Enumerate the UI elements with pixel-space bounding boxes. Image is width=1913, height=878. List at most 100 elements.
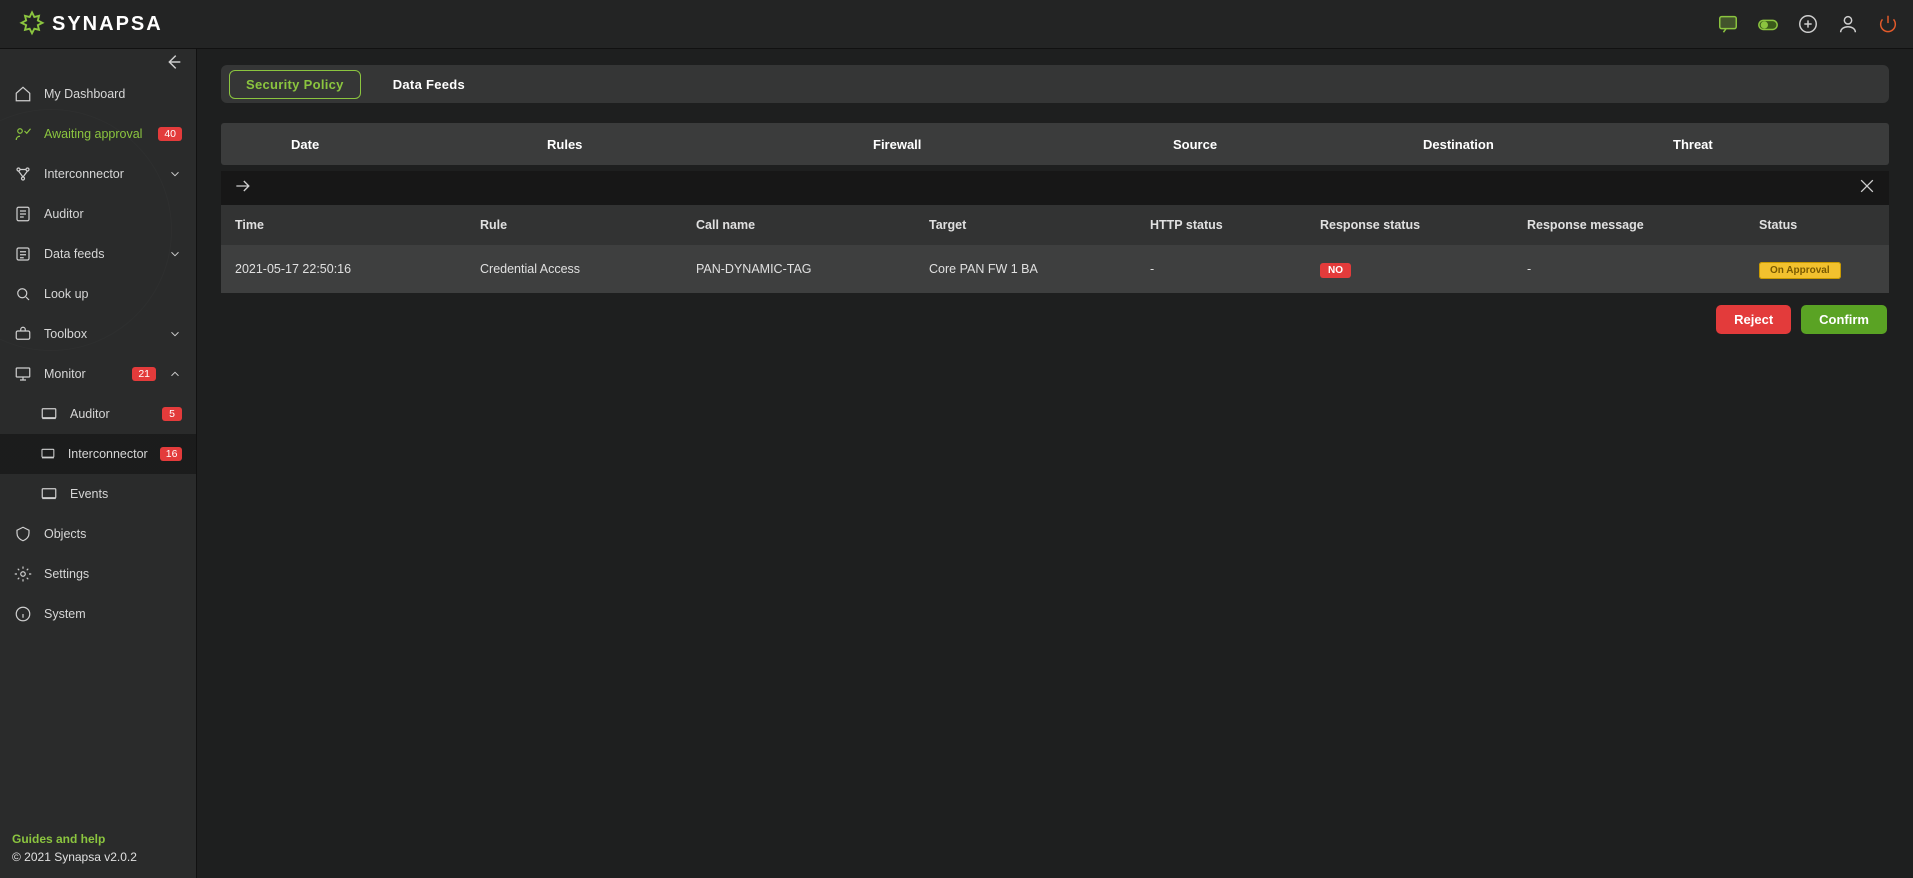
user-icon[interactable]: [1837, 13, 1859, 35]
sidebar-item-data-feeds[interactable]: Data feeds: [0, 234, 196, 274]
sidebar-item-label: My Dashboard: [44, 87, 182, 101]
theme-toggle-icon[interactable]: [1757, 13, 1779, 35]
app-logo[interactable]: SYNAPSA: [18, 10, 163, 38]
close-icon[interactable]: [1857, 176, 1877, 201]
gear-icon: [14, 565, 32, 583]
logo-icon: [18, 10, 46, 38]
detail-cell-rule: Credential Access: [466, 262, 682, 276]
detail-cell-http: -: [1136, 262, 1306, 276]
monitor-icon: [14, 365, 32, 383]
detail-cell-time: 2021-05-17 22:50:16: [221, 262, 466, 276]
chevron-down-icon: [168, 327, 182, 341]
detail-panel: Time Rule Call name Target HTTP status R…: [221, 171, 1889, 293]
chevron-up-icon: [168, 367, 182, 381]
tab-security-policy[interactable]: Security Policy: [229, 70, 361, 99]
detail-cell-target: Core PAN FW 1 BA: [915, 262, 1136, 276]
sidebar: My Dashboard Awaiting approval 40 Interc…: [0, 49, 197, 878]
filter-col-date[interactable]: Date: [221, 137, 531, 152]
detail-header-resp: Response status: [1306, 218, 1513, 232]
detail-header-row: Time Rule Call name Target HTTP status R…: [221, 205, 1889, 245]
top-icons: [1717, 13, 1899, 35]
filter-col-rules[interactable]: Rules: [531, 137, 857, 152]
reject-button[interactable]: Reject: [1716, 305, 1791, 334]
tab-bar: Security Policy Data Feeds: [221, 65, 1889, 103]
copyright-text: © 2021 Synapsa v2.0.2: [12, 850, 184, 864]
chevron-down-icon: [168, 167, 182, 181]
filter-col-source[interactable]: Source: [1157, 137, 1407, 152]
sidebar-item-label: Data feeds: [44, 247, 156, 261]
main-content: Security Policy Data Feeds Date Rules Fi…: [197, 49, 1913, 878]
sidebar-badge: 5: [162, 407, 182, 421]
objects-icon: [14, 525, 32, 543]
status-on-approval-badge: On Approval: [1759, 262, 1841, 279]
sidebar-item-label: Interconnector: [44, 167, 156, 181]
detail-header-target: Target: [915, 218, 1136, 232]
detail-cell-status: On Approval: [1745, 262, 1889, 276]
detail-header-rule: Rule: [466, 218, 682, 232]
sidebar-collapse[interactable]: [0, 49, 196, 74]
detail-header-http: HTTP status: [1136, 218, 1306, 232]
filter-header: Date Rules Firewall Source Destination T…: [221, 123, 1889, 165]
detail-cell-resp: NO: [1306, 262, 1513, 276]
sidebar-item-objects[interactable]: Objects: [0, 514, 196, 554]
detail-cell-call: PAN-DYNAMIC-TAG: [682, 262, 915, 276]
feeds-icon: [14, 245, 32, 263]
app-name: SYNAPSA: [52, 13, 163, 36]
sidebar-item-label: Settings: [44, 567, 182, 581]
sidebar-item-label: Interconnector: [68, 447, 148, 461]
filter-col-destination[interactable]: Destination: [1407, 137, 1657, 152]
detail-toolbar: [221, 171, 1889, 205]
sidebar-item-monitor[interactable]: Monitor 21: [0, 354, 196, 394]
confirm-button[interactable]: Confirm: [1801, 305, 1887, 334]
sidebar-item-label: Awaiting approval: [44, 127, 146, 141]
lookup-icon: [14, 285, 32, 303]
sidebar-item-label: Auditor: [70, 407, 150, 421]
approval-icon: [14, 125, 32, 143]
add-icon[interactable]: [1797, 13, 1819, 35]
chevron-down-icon: [168, 247, 182, 261]
sidebar-item-auditor[interactable]: Auditor: [0, 194, 196, 234]
filter-col-threat[interactable]: Threat: [1657, 137, 1889, 152]
sidebar-nav: My Dashboard Awaiting approval 40 Interc…: [0, 74, 196, 822]
interconnector-icon: [14, 165, 32, 183]
sidebar-item-settings[interactable]: Settings: [0, 554, 196, 594]
sidebar-item-toolbox[interactable]: Toolbox: [0, 314, 196, 354]
sidebar-subitem-events[interactable]: Events: [0, 474, 196, 514]
forward-icon[interactable]: [233, 176, 253, 201]
power-icon[interactable]: [1877, 13, 1899, 35]
chat-icon[interactable]: [1717, 13, 1739, 35]
detail-header-time: Time: [221, 218, 466, 232]
detail-cell-msg: -: [1513, 262, 1745, 276]
detail-header-msg: Response message: [1513, 218, 1745, 232]
sidebar-badge: 21: [132, 367, 156, 381]
action-buttons: Reject Confirm: [221, 305, 1889, 334]
tab-data-feeds[interactable]: Data Feeds: [377, 71, 481, 98]
filter-col-firewall[interactable]: Firewall: [857, 137, 1157, 152]
arrow-left-icon: [162, 51, 184, 73]
sidebar-badge: 16: [160, 447, 182, 461]
sidebar-item-lookup[interactable]: Look up: [0, 274, 196, 314]
sidebar-item-label: Auditor: [44, 207, 182, 221]
auditor-icon: [14, 205, 32, 223]
info-icon: [14, 605, 32, 623]
sidebar-item-label: System: [44, 607, 182, 621]
detail-row[interactable]: 2021-05-17 22:50:16 Credential Access PA…: [221, 245, 1889, 293]
home-icon: [14, 85, 32, 103]
sidebar-subitem-auditor[interactable]: Auditor 5: [0, 394, 196, 434]
sidebar-subitem-interconnector[interactable]: Interconnector 16: [0, 434, 196, 474]
sidebar-item-label: Look up: [44, 287, 182, 301]
sidebar-item-awaiting-approval[interactable]: Awaiting approval 40: [0, 114, 196, 154]
response-no-badge: NO: [1320, 263, 1351, 278]
sidebar-item-interconnector[interactable]: Interconnector: [0, 154, 196, 194]
sidebar-item-label: Monitor: [44, 367, 120, 381]
sidebar-item-dashboard[interactable]: My Dashboard: [0, 74, 196, 114]
screen-icon: [40, 446, 56, 462]
sidebar-item-label: Toolbox: [44, 327, 156, 341]
guides-link[interactable]: Guides and help: [12, 832, 184, 846]
screen-icon: [40, 405, 58, 423]
top-bar: SYNAPSA: [0, 0, 1913, 49]
sidebar-subnav-monitor: Auditor 5 Interconnector 16 Events: [0, 394, 196, 514]
toolbox-icon: [14, 325, 32, 343]
sidebar-item-system[interactable]: System: [0, 594, 196, 634]
detail-header-status: Status: [1745, 218, 1889, 232]
